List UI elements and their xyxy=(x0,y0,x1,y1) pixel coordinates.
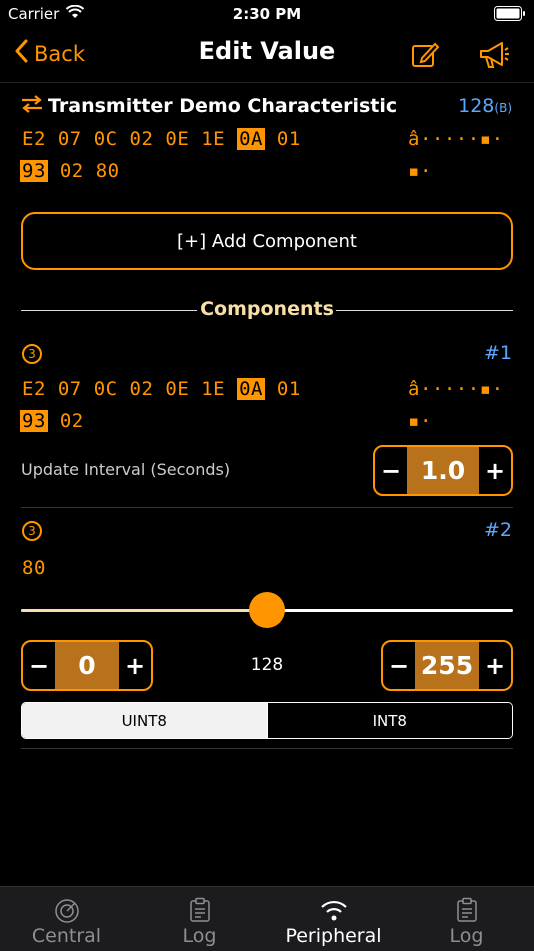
divider-right xyxy=(336,310,513,311)
component-1-hex-row-2: 93 02 xyxy=(20,410,84,432)
value-slider-thumb[interactable] xyxy=(249,592,285,628)
tab-log-peripheral[interactable]: Log xyxy=(400,887,533,951)
hex-byte: E2 xyxy=(22,128,46,150)
hex-byte: 01 xyxy=(276,378,301,400)
component-2-hex-row-1: 80 xyxy=(22,557,46,579)
characteristic-hex-row-2: 93 02 80 xyxy=(20,160,120,182)
tab-peripheral[interactable]: Peripheral xyxy=(267,887,400,951)
max-increment-button[interactable]: + xyxy=(479,642,511,689)
characteristic-name: Transmitter Demo Characteristic xyxy=(48,95,398,117)
megaphone-icon[interactable] xyxy=(478,40,510,74)
chevron-left-icon xyxy=(14,39,28,68)
hex-byte: 0E xyxy=(165,128,190,150)
hex-byte: 0E xyxy=(165,378,190,400)
type-segmented-control: UINT8 INT8 xyxy=(21,702,513,739)
hex-byte: 02 xyxy=(129,128,154,150)
hex-byte: 07 xyxy=(57,128,82,150)
component-1-ascii-row-1: â·····▪· xyxy=(408,378,504,400)
bottom-divider xyxy=(21,748,513,749)
segment-uint8[interactable]: UINT8 xyxy=(22,703,267,738)
max-value-stepper: − 255 + xyxy=(381,640,513,691)
tab-label: Central xyxy=(31,925,102,947)
hex-byte: E2 xyxy=(22,378,46,400)
component-1-type-badge: 3 xyxy=(22,344,42,364)
status-bar: Carrier 2:30 PM xyxy=(0,0,534,28)
hex-byte-highlighted: 93 xyxy=(20,160,48,182)
decrement-button[interactable]: − xyxy=(375,447,407,494)
characteristic-size: 128(B) xyxy=(458,95,512,117)
component-divider xyxy=(21,507,513,508)
edit-icon[interactable] xyxy=(410,40,440,74)
characteristic-header: Transmitter Demo Characteristic xyxy=(20,94,397,118)
value-slider-track[interactable] xyxy=(21,592,513,628)
characteristic-ascii-row-2: ▪· xyxy=(408,160,432,182)
update-interval-label: Update Interval (Seconds) xyxy=(21,460,231,479)
navigation-bar: Back Edit Value xyxy=(0,28,534,83)
max-decrement-button[interactable]: − xyxy=(383,642,415,689)
tab-label: Log xyxy=(449,925,484,947)
component-1-index: #1 xyxy=(483,342,512,364)
tab-log-central[interactable]: Log xyxy=(133,887,266,951)
hex-byte: 02 xyxy=(59,410,84,432)
hex-byte-highlighted: 0A xyxy=(237,378,265,400)
back-button[interactable]: Back xyxy=(14,39,85,68)
hex-byte: 80 xyxy=(95,160,120,182)
component-1-hex-row-1: E2 07 0C 02 0E 1E 0A 01 xyxy=(22,378,301,400)
hex-byte: 1E xyxy=(201,378,226,400)
value-slider-fill xyxy=(21,609,267,612)
component-1-ascii-row-2: ▪· xyxy=(408,410,432,432)
update-interval-value[interactable]: 1.0 xyxy=(407,447,479,494)
components-heading: Components xyxy=(200,298,334,320)
transfer-arrows-icon xyxy=(20,94,44,118)
clipboard-icon xyxy=(189,897,211,928)
component-2-index: #2 xyxy=(483,519,512,541)
hex-byte-highlighted: 93 xyxy=(20,410,48,432)
hex-byte: 80 xyxy=(22,557,46,579)
tab-label: Log xyxy=(182,925,217,947)
hex-byte: 0C xyxy=(93,378,118,400)
max-value[interactable]: 255 xyxy=(415,642,479,689)
tab-label: Peripheral xyxy=(285,925,382,947)
segment-int8[interactable]: INT8 xyxy=(266,703,512,738)
hex-byte: 1E xyxy=(201,128,226,150)
update-interval-stepper: − 1.0 + xyxy=(373,445,513,496)
hex-byte: 02 xyxy=(59,160,84,182)
back-label: Back xyxy=(34,41,85,66)
battery-icon xyxy=(494,6,526,25)
clipboard-icon xyxy=(456,897,478,928)
hex-byte: 01 xyxy=(276,128,301,150)
characteristic-ascii-row-1: â·····▪· xyxy=(408,128,504,150)
tab-central[interactable]: Central xyxy=(0,887,133,951)
increment-button[interactable]: + xyxy=(479,447,511,494)
hex-byte: 07 xyxy=(57,378,82,400)
tab-bar: Central Log Peripheral Log xyxy=(0,886,534,951)
status-time: 2:30 PM xyxy=(232,5,302,23)
hex-byte: 0C xyxy=(93,128,118,150)
characteristic-hex-row-1: E2 07 0C 02 0E 1E 0A 01 xyxy=(22,128,301,150)
size-value: 128 xyxy=(458,95,495,117)
hex-byte: 02 xyxy=(129,378,154,400)
add-component-button[interactable]: [+] Add Component xyxy=(21,212,513,270)
wifi-icon xyxy=(317,897,351,928)
hex-byte-highlighted: 0A xyxy=(237,128,265,150)
component-2-type-badge: 3 xyxy=(22,521,42,541)
